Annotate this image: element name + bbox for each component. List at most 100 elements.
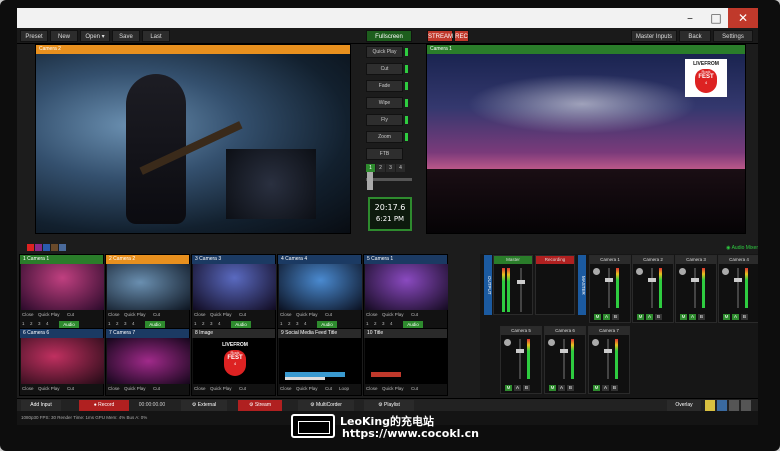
m-bus-button[interactable]: M [637, 314, 644, 320]
quick-play-button[interactable]: Quick Play [382, 312, 404, 317]
stream-button[interactable]: ⚙ Stream [238, 400, 282, 411]
playlist-button[interactable]: ⚙ Playlist [364, 400, 414, 411]
overlay-1-button[interactable]: 1 [366, 321, 369, 326]
fullscreen-button[interactable]: Fullscreen [366, 30, 412, 42]
channel-fader-knob[interactable] [734, 278, 742, 282]
audio-button[interactable]: Audio [403, 321, 423, 328]
cut-button[interactable]: Cut [67, 312, 74, 317]
cut-button[interactable]: Cut [325, 312, 332, 317]
input-4[interactable]: 4 Camera 4 Close Quick Play Cut 1 2 3 4 … [277, 254, 362, 330]
a-bus-button[interactable]: A [603, 314, 610, 320]
m-bus-button[interactable]: M [549, 385, 556, 391]
overlay-2-button[interactable]: 2 [30, 321, 33, 326]
input-1[interactable]: 1 Camera 1 Close Quick Play Cut 1 2 3 4 … [19, 254, 104, 330]
a-bus-button[interactable]: A [558, 385, 565, 391]
output-tab[interactable]: OUTPUT [484, 255, 492, 315]
quick-play-button[interactable]: Quick Play [296, 312, 318, 317]
channel-fader-track[interactable] [519, 339, 521, 379]
b-bus-button[interactable]: B [523, 385, 530, 391]
page-4-button[interactable]: 4 [396, 164, 405, 172]
overlay-1-button[interactable]: 1 [108, 321, 111, 326]
overlay-3-button[interactable]: 3 [382, 321, 385, 326]
cut-button[interactable]: Cut [67, 386, 74, 391]
new-button[interactable]: New [50, 30, 78, 42]
fly-button[interactable]: Fly [366, 114, 403, 126]
gear-icon[interactable] [592, 339, 599, 346]
channel-fader-knob[interactable] [604, 349, 612, 353]
overlay-2-button[interactable]: 2 [374, 321, 377, 326]
save-button[interactable]: Save [112, 30, 140, 42]
b-bus-button[interactable]: B [611, 385, 618, 391]
layout-icon[interactable] [729, 400, 739, 411]
overlay-4-button[interactable]: 4 [46, 321, 49, 326]
external-button[interactable]: ⚙ External [181, 400, 227, 411]
record-button[interactable]: ● Record [79, 400, 129, 411]
close-button[interactable]: ✕ [728, 8, 758, 28]
gear-icon[interactable] [593, 268, 600, 275]
a-bus-button[interactable]: A [602, 385, 609, 391]
overlay-3-button[interactable]: 3 [38, 321, 41, 326]
overlay-1-button[interactable]: 1 [194, 321, 197, 326]
open-button[interactable]: Open ▾ [80, 30, 110, 42]
close-button[interactable]: Close [366, 386, 378, 391]
b-bus-button[interactable]: B [567, 385, 574, 391]
quick-play-button[interactable]: Quick Play [366, 46, 403, 58]
channel-fader-track[interactable] [608, 268, 610, 308]
zoom-button[interactable]: Zoom [366, 131, 403, 143]
color-tab-red[interactable] [27, 244, 34, 251]
overlay-4-button[interactable]: 4 [132, 321, 135, 326]
loop-button[interactable]: Loop [339, 386, 349, 391]
cut-button[interactable]: Cut [325, 386, 332, 391]
master-fader-track[interactable] [520, 268, 522, 312]
channel-fader-track[interactable] [694, 268, 696, 308]
close-button[interactable]: Close [280, 386, 292, 391]
layout-icon[interactable] [741, 400, 751, 411]
channel-fader-knob[interactable] [648, 278, 656, 282]
overlay-4-button[interactable]: 4 [218, 321, 221, 326]
overlay-2-button[interactable]: 2 [288, 321, 291, 326]
cut-button[interactable]: Cut [239, 386, 246, 391]
quick-play-button[interactable]: Quick Play [124, 312, 146, 317]
channel-fader-track[interactable] [563, 339, 565, 379]
overlay-3-button[interactable]: 3 [210, 321, 213, 326]
close-button[interactable]: Close [366, 312, 378, 317]
quick-play-button[interactable]: Quick Play [210, 312, 232, 317]
quick-play-button[interactable]: Quick Play [124, 386, 146, 391]
audio-mixer-title[interactable]: ◉ Audio Mixer [680, 244, 758, 253]
input-9[interactable]: 9 Social Media Feed Title Close Quick Pl… [277, 328, 362, 396]
overlay-3-button[interactable]: 3 [296, 321, 299, 326]
last-button[interactable]: Last [142, 30, 170, 42]
audio-button[interactable]: Audio [231, 321, 251, 328]
maximize-button[interactable]: □ [703, 8, 729, 28]
back-button[interactable]: Back [679, 30, 711, 42]
input-2[interactable]: 2 Camera 2 Close Quick Play Cut 1 2 3 4 … [105, 254, 190, 330]
channel-fader-knob[interactable] [560, 349, 568, 353]
color-tab-brown[interactable] [51, 244, 58, 251]
page-2-button[interactable]: 2 [376, 164, 385, 172]
overlay-1-button[interactable]: 1 [280, 321, 283, 326]
color-tab-slate[interactable] [59, 244, 66, 251]
cut-button[interactable]: Cut [153, 386, 160, 391]
input-8[interactable]: 8 Image LIVEFROM Rock FEST 4 Close Quick… [191, 328, 276, 396]
master-fader-knob[interactable] [517, 280, 525, 284]
stream-indicator[interactable]: STREAM [427, 30, 453, 42]
audio-button[interactable]: Audio [59, 321, 79, 328]
layout-icon[interactable] [717, 400, 727, 411]
audio-button[interactable]: Audio [317, 321, 337, 328]
gear-icon[interactable] [548, 339, 555, 346]
ftb-button[interactable]: FTB [366, 148, 403, 160]
master-inputs-button[interactable]: Master Inputs [631, 30, 677, 42]
input-3[interactable]: 3 Camera 3 Close Quick Play Cut 1 2 3 4 … [191, 254, 276, 330]
b-bus-button[interactable]: B [612, 314, 619, 320]
t-bar-handle[interactable] [367, 172, 373, 190]
wipe-button[interactable]: Wipe [366, 97, 403, 109]
quick-play-button[interactable]: Quick Play [210, 386, 232, 391]
quick-play-button[interactable]: Quick Play [382, 386, 404, 391]
master-tab[interactable]: MASTER [578, 255, 586, 315]
fade-button[interactable]: Fade [366, 80, 403, 92]
quick-play-button[interactable]: Quick Play [38, 312, 60, 317]
cut-button[interactable]: Cut [366, 63, 403, 75]
preview-panel[interactable]: Camera 2 [35, 44, 351, 234]
a-bus-button[interactable]: A [646, 314, 653, 320]
overlay-2-button[interactable]: 2 [202, 321, 205, 326]
